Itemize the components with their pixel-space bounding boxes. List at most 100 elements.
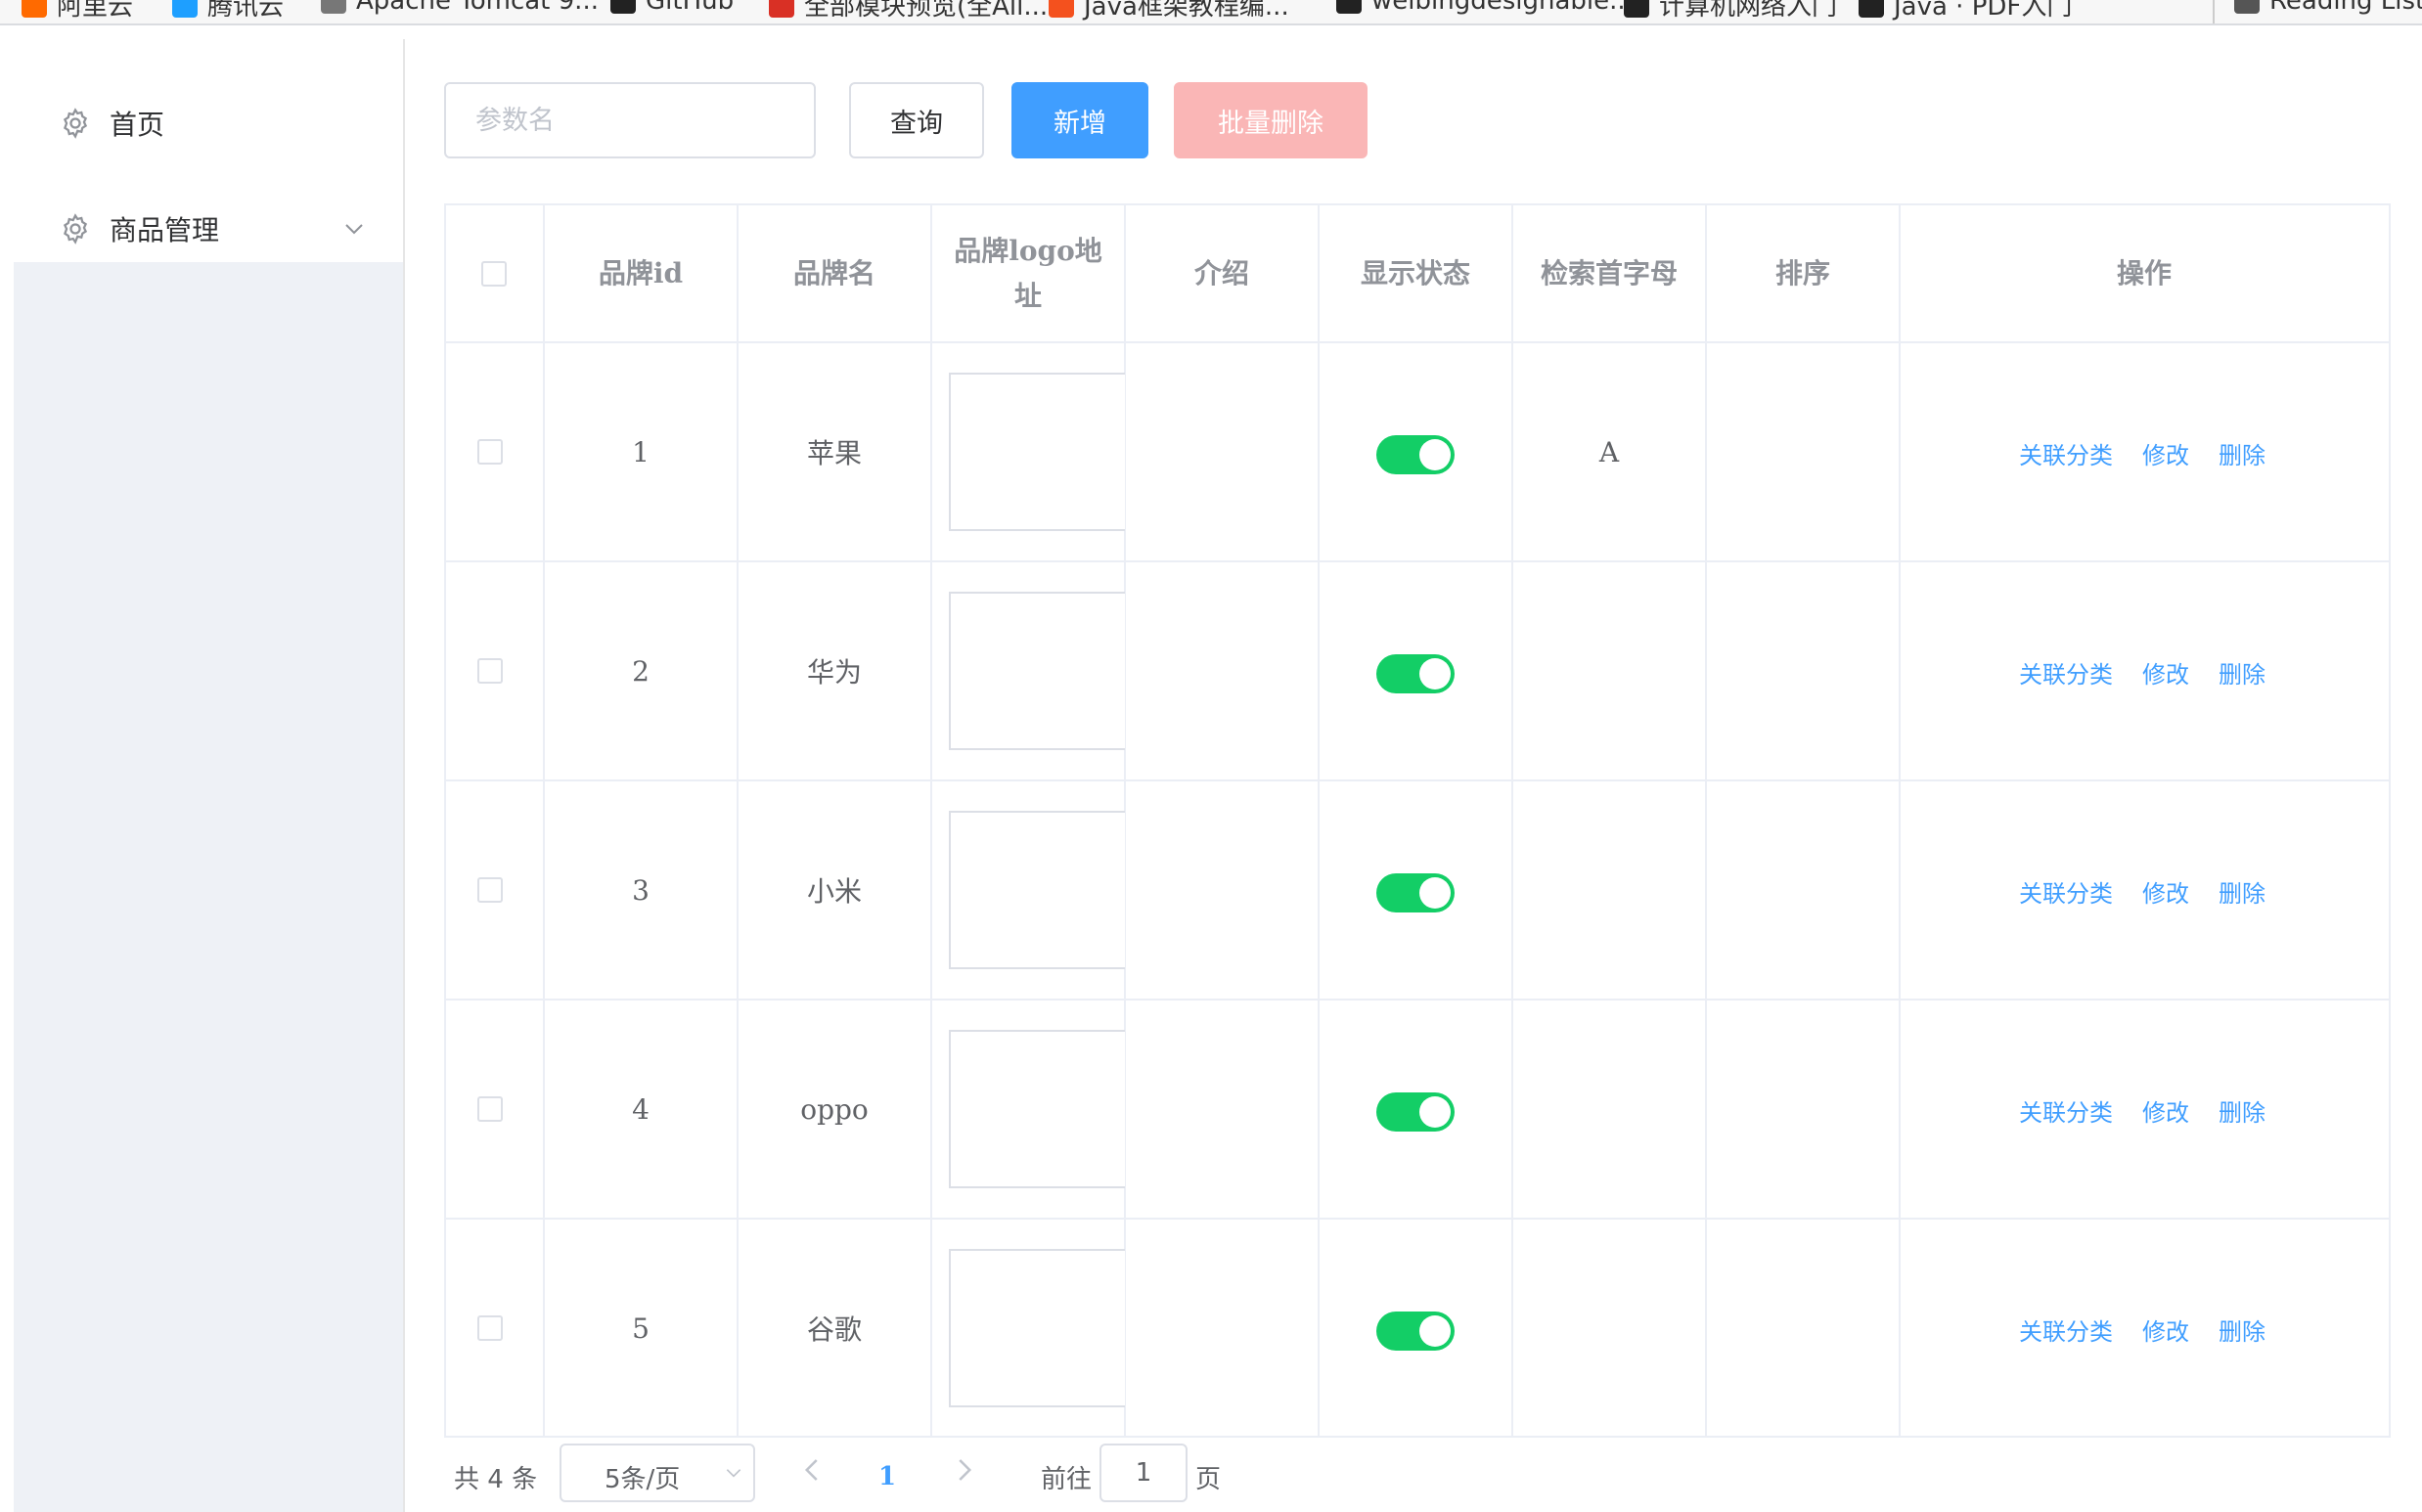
search-input[interactable] xyxy=(444,82,816,158)
show-status-toggle[interactable] xyxy=(1376,435,1455,474)
row-checkbox[interactable] xyxy=(477,1315,503,1341)
bookmark-item[interactable]: Reading List xyxy=(2234,0,2422,16)
bookmarks-separator xyxy=(2213,0,2215,23)
row-checkbox[interactable] xyxy=(477,1096,503,1122)
prev-page-icon[interactable] xyxy=(798,1455,828,1485)
col-brand-logo-header: 品牌logo地址 xyxy=(954,235,1102,312)
cell-sort xyxy=(1706,342,1900,561)
add-button[interactable]: 新增 xyxy=(1011,82,1148,158)
bookmark-item[interactable]: 腾讯云 xyxy=(172,0,284,22)
bookmark-item[interactable]: 全部模块预览(全All... xyxy=(769,0,1048,22)
sidebar-item-product-management[interactable]: 商品管理 xyxy=(14,174,403,284)
gear-icon xyxy=(63,213,88,245)
bookmark-label: 全部模块预览(全All... xyxy=(804,0,1049,22)
edit-link[interactable]: 修改 xyxy=(2142,436,2189,470)
bookmark-item[interactable]: Java · PDF入门 xyxy=(1859,0,2072,22)
cell-first-letter xyxy=(1512,561,1706,780)
cell-description xyxy=(1125,1000,1319,1219)
sidebar-item-label: 首页 xyxy=(110,109,165,141)
edit-link[interactable]: 修改 xyxy=(2142,655,2189,689)
next-page-icon[interactable] xyxy=(949,1455,978,1485)
brand-logo-image xyxy=(949,373,1125,531)
relate-category-link[interactable]: 关联分类 xyxy=(2019,655,2113,689)
github-icon xyxy=(610,0,636,14)
show-status-toggle[interactable] xyxy=(1376,873,1455,912)
col-first-letter-header: 检索首字母 xyxy=(1540,257,1678,289)
bookmark-label: 腾讯云 xyxy=(207,0,285,22)
relate-category-link[interactable]: 关联分类 xyxy=(2019,436,2113,470)
cell-first-letter: A xyxy=(1598,435,1620,468)
cell-sort xyxy=(1706,780,1900,1000)
pagination-total: 共 4 条 xyxy=(454,1464,538,1494)
github-icon xyxy=(1859,0,1884,18)
page-size-select[interactable]: 5条/页 xyxy=(560,1444,755,1502)
cell-description xyxy=(1125,1219,1319,1438)
edit-link[interactable]: 修改 xyxy=(2142,1093,2189,1128)
bookmark-label: Java · PDF入门 xyxy=(1894,0,2073,22)
goto-page-input[interactable] xyxy=(1099,1444,1188,1502)
cell-sort xyxy=(1706,561,1900,780)
delete-link[interactable]: 删除 xyxy=(2219,1093,2265,1128)
brand-logo-image xyxy=(949,1030,1125,1188)
brand-logo-image xyxy=(949,592,1125,750)
delete-link[interactable]: 删除 xyxy=(2219,655,2265,689)
row-checkbox[interactable] xyxy=(477,658,503,684)
cell-first-letter xyxy=(1512,780,1706,1000)
cell-brand-name: 小米 xyxy=(806,875,862,908)
bookmark-item[interactable]: weibingdesignable... xyxy=(1336,0,1634,16)
bookmark-label: 阿里云 xyxy=(57,0,134,22)
chevron-down-icon xyxy=(726,1469,741,1478)
bookmark-label: weibingdesignable... xyxy=(1371,0,1634,16)
show-status-toggle[interactable] xyxy=(1376,1312,1455,1351)
brand-table: 品牌id 品牌名 品牌logo地址 介绍 显示状态 检索首字母 排序 操作 1 苹果 A 关联分类 修改… xyxy=(444,203,2391,1438)
edit-link[interactable]: 修改 xyxy=(2142,874,2189,909)
cell-brand-id: 3 xyxy=(632,873,650,907)
cell-brand-id: 5 xyxy=(632,1312,650,1345)
relate-category-link[interactable]: 关联分类 xyxy=(2019,874,2113,909)
relate-category-link[interactable]: 关联分类 xyxy=(2019,1093,2113,1128)
bookmark-label: Apache Tomcat 9... xyxy=(356,0,599,16)
page-size-value: 5条/页 xyxy=(605,1465,681,1494)
col-show-status-header: 显示状态 xyxy=(1360,257,1470,289)
reading-list-icon xyxy=(2234,0,2260,14)
bookmark-label: 计算机网络入门 xyxy=(1659,0,1838,22)
bookmarks-bar: 阿里云 腾讯云 Apache Tomcat 9... GitHub 全部模块预览(全Al… xyxy=(0,0,2422,25)
query-button[interactable]: 查询 xyxy=(849,82,984,158)
cell-brand-name: 谷歌 xyxy=(806,1313,862,1346)
col-actions-header: 操作 xyxy=(2116,257,2172,289)
cell-sort xyxy=(1706,1000,1900,1219)
show-status-toggle[interactable] xyxy=(1376,654,1455,693)
cell-brand-id: 2 xyxy=(632,654,650,688)
bookmark-item[interactable]: 计算机网络入门 xyxy=(1624,0,1837,22)
batch-delete-button[interactable]: 批量删除 xyxy=(1174,82,1368,158)
sidebar-divider xyxy=(403,39,405,1512)
bookmark-item[interactable]: GitHub xyxy=(610,0,734,16)
aliyun-icon xyxy=(22,0,47,18)
bookmark-item[interactable]: Java框架教程编... xyxy=(1049,0,1289,22)
cell-brand-id: 1 xyxy=(632,435,650,468)
delete-link[interactable]: 删除 xyxy=(2219,1312,2265,1347)
bookmark-item[interactable]: 阿里云 xyxy=(22,0,133,22)
module-icon xyxy=(769,0,794,18)
show-status-toggle[interactable] xyxy=(1376,1092,1455,1132)
row-checkbox[interactable] xyxy=(477,877,503,903)
cell-description xyxy=(1125,780,1319,1000)
delete-link[interactable]: 删除 xyxy=(2219,436,2265,470)
page-number-current[interactable]: 1 xyxy=(878,1447,896,1506)
sidebar-item-home[interactable]: 首页 xyxy=(14,68,403,178)
cell-first-letter xyxy=(1512,1219,1706,1438)
bookmark-item[interactable]: Apache Tomcat 9... xyxy=(321,0,599,16)
sidebar: 首页 商品管理 xyxy=(14,25,403,1512)
delete-link[interactable]: 删除 xyxy=(2219,874,2265,909)
cell-brand-name: 苹果 xyxy=(806,437,862,469)
edit-link[interactable]: 修改 xyxy=(2142,1312,2189,1347)
tencent-cloud-icon xyxy=(172,0,198,18)
bookmark-label: Java框架教程编... xyxy=(1084,0,1289,22)
chevron-down-icon xyxy=(345,224,363,235)
select-all-checkbox[interactable] xyxy=(481,261,507,287)
relate-category-link[interactable]: 关联分类 xyxy=(2019,1312,2113,1347)
col-brand-id-header: 品牌id xyxy=(598,257,684,289)
sidebar-item-label: 商品管理 xyxy=(110,214,220,246)
brand-logo-image xyxy=(949,1249,1125,1407)
row-checkbox[interactable] xyxy=(477,439,503,465)
